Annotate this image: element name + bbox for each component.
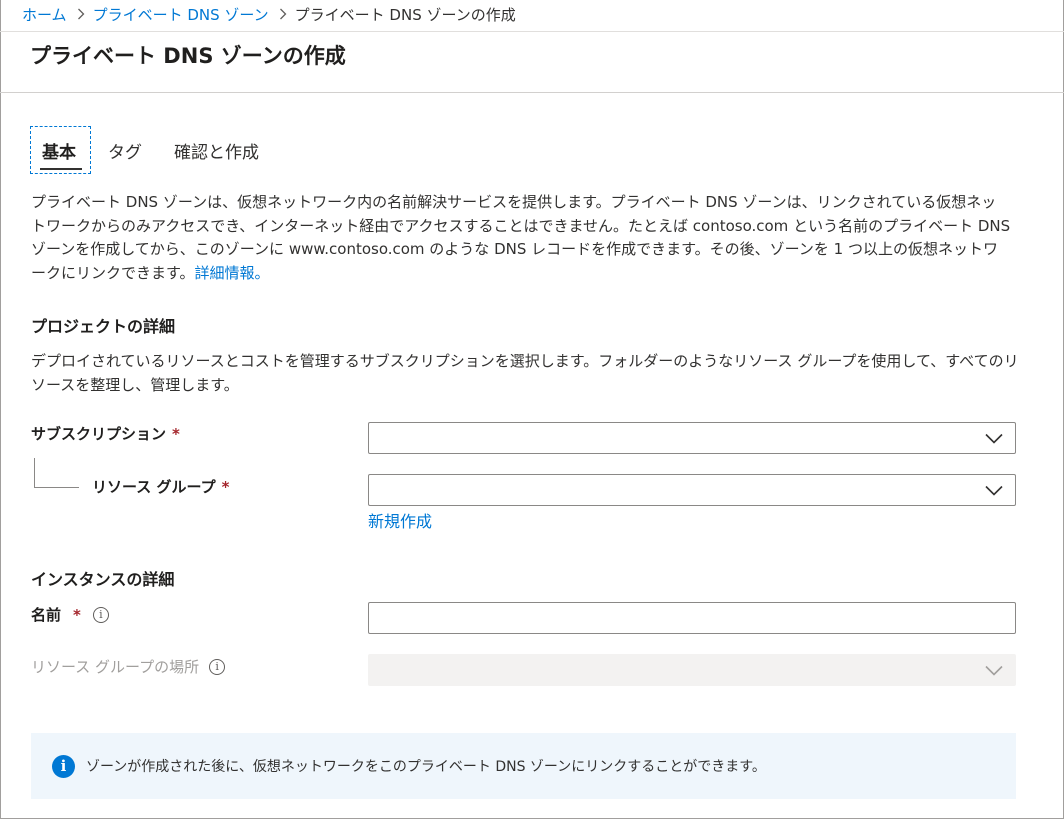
subscription-label: サブスクリプション * <box>31 423 180 444</box>
tab-basics[interactable]: 基本 <box>42 138 76 163</box>
divider <box>0 31 1064 32</box>
page-description: プライベート DNS ゾーンは、仮想ネットワーク内の名前解決サービスを提供します… <box>31 191 1011 285</box>
description-text: プライベート DNS ゾーンは、仮想ネットワーク内の名前解決サービスを提供します… <box>31 193 1011 282</box>
subscription-label-text: サブスクリプション <box>31 425 167 443</box>
breadcrumb-private-dns-zones[interactable]: プライベート DNS ゾーン <box>93 4 269 25</box>
tab-selected-indicator <box>40 168 82 170</box>
chevron-right-icon <box>77 8 85 20</box>
required-marker: * <box>221 477 230 496</box>
window-frame <box>0 0 1064 819</box>
required-marker: * <box>73 605 81 624</box>
info-message-text: ゾーンが作成された後に、仮想ネットワークをこのプライベート DNS ゾーンにリン… <box>86 759 766 775</box>
tree-connector <box>34 458 35 487</box>
breadcrumb-current: プライベート DNS ゾーンの作成 <box>294 5 516 24</box>
section-title-project: プロジェクトの詳細 <box>31 317 176 336</box>
resource-group-label-text: リソース グループ <box>92 478 216 496</box>
tab-review-create[interactable]: 確認と作成 <box>174 138 259 163</box>
create-new-resource-group-link[interactable]: 新規作成 <box>368 508 432 532</box>
info-message-bar: i ゾーンが作成された後に、仮想ネットワークをこのプライベート DNS ゾーンに… <box>31 733 1016 799</box>
chevron-down-icon <box>985 485 1003 496</box>
name-label: 名前 * i <box>31 604 109 625</box>
page-title: プライベート DNS ゾーンの作成 <box>30 44 346 68</box>
project-description: デプロイされているリソースとコストを管理するサブスクリプションを選択します。フォ… <box>31 352 1019 394</box>
location-dropdown <box>368 654 1016 686</box>
name-input[interactable] <box>368 602 1016 634</box>
divider <box>0 92 1064 93</box>
info-icon[interactable]: i <box>209 658 226 675</box>
chevron-right-icon <box>279 8 287 20</box>
required-marker: * <box>172 424 180 443</box>
name-label-text: 名前 <box>31 606 62 624</box>
resource-group-label: リソース グループ * <box>92 476 229 497</box>
tree-connector <box>34 487 79 488</box>
location-label-text: リソース グループの場所 <box>31 658 200 676</box>
subscription-dropdown[interactable] <box>368 422 1016 454</box>
learn-more-link[interactable]: 詳細情報。 <box>195 264 270 282</box>
resource-group-dropdown[interactable] <box>368 474 1016 506</box>
section-title-instance: インスタンスの詳細 <box>31 570 175 589</box>
location-label: リソース グループの場所 i <box>31 656 226 677</box>
info-icon[interactable]: i <box>92 606 109 623</box>
info-icon: i <box>52 754 75 778</box>
chevron-down-icon <box>985 433 1003 444</box>
chevron-down-icon <box>985 665 1003 676</box>
breadcrumb: ホーム プライベート DNS ゾーン プライベート DNS ゾーンの作成 <box>22 3 516 25</box>
tab-tags[interactable]: タグ <box>108 138 142 163</box>
breadcrumb-home[interactable]: ホーム <box>22 4 67 25</box>
